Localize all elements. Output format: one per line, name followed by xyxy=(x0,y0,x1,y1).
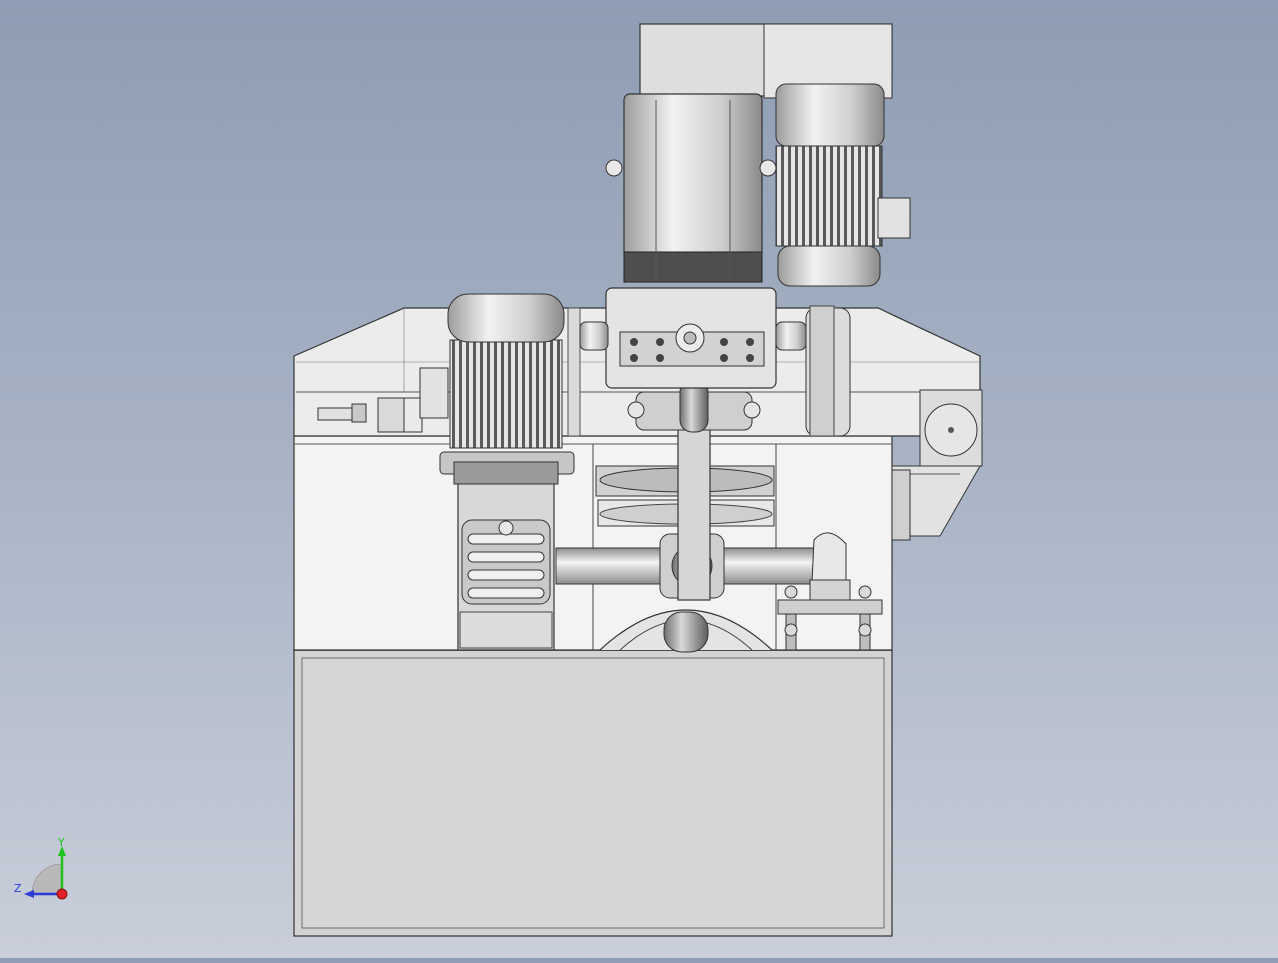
drive-motor-left[interactable] xyxy=(439,293,581,485)
worm-gearbox[interactable] xyxy=(457,481,555,651)
base-cabinet[interactable] xyxy=(293,649,893,937)
axis-y-label: Y xyxy=(57,836,65,849)
machine-assembly-drawing[interactable] xyxy=(0,0,1278,958)
axis-z-label: Z xyxy=(14,882,22,895)
gear-motor-top[interactable] xyxy=(605,23,911,287)
coordinate-triad: Y Z xyxy=(14,836,74,906)
cad-viewport[interactable] xyxy=(0,0,1278,958)
triad-graphic: Y Z xyxy=(14,836,68,900)
